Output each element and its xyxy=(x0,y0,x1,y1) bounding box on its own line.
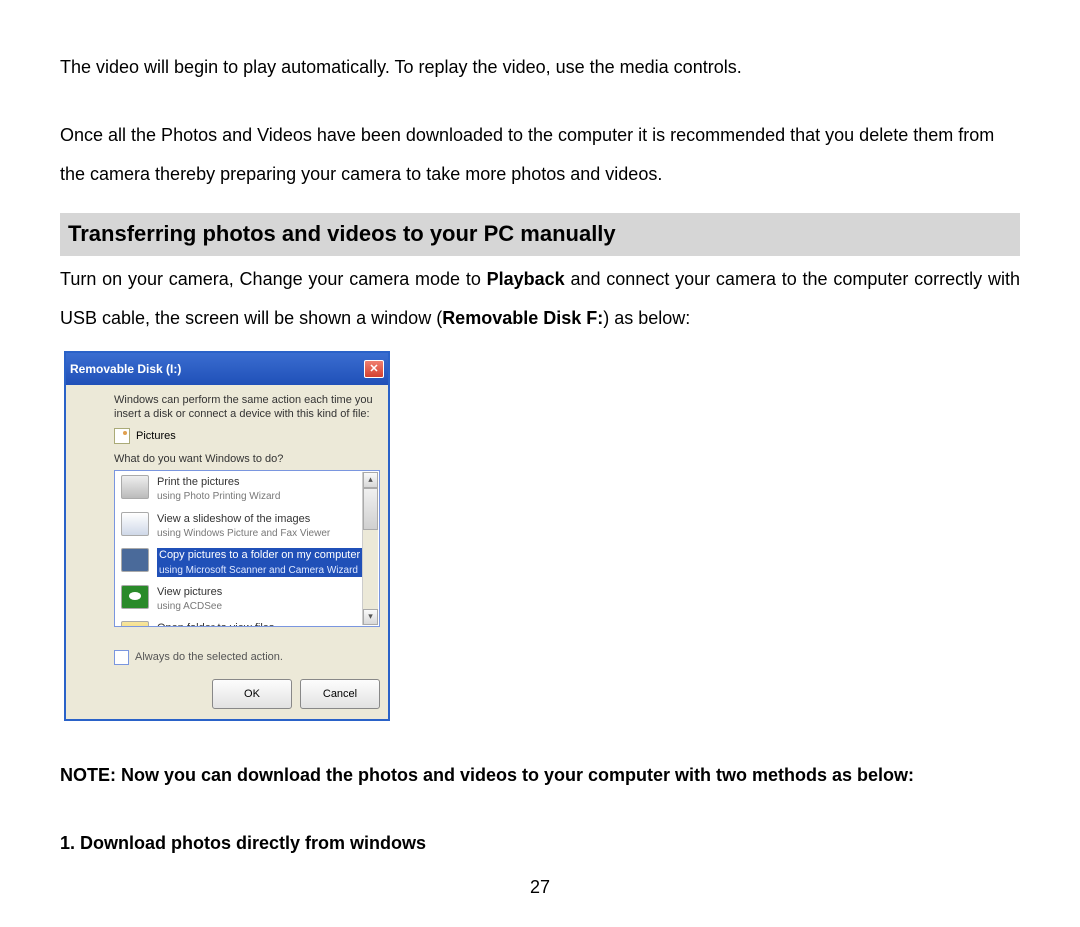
dialog-body: Windows can perform the same action each… xyxy=(66,385,388,639)
dialog-question: What do you want Windows to do? xyxy=(114,452,380,466)
option-copy[interactable]: Copy pictures to a folder on my computer… xyxy=(115,544,379,581)
option-title: View a slideshow of the images xyxy=(157,513,310,525)
instr-bold: Playback xyxy=(487,269,565,289)
camera-icon xyxy=(121,548,149,572)
scroll-down-icon[interactable]: ▾ xyxy=(363,609,378,625)
eye-icon xyxy=(121,585,149,609)
scroll-up-icon[interactable]: ▴ xyxy=(363,472,378,488)
paragraph: The video will begin to play automatical… xyxy=(60,48,1020,88)
removable-disk-dialog: Removable Disk (I:) ✕ Windows can perfor… xyxy=(64,351,390,722)
dialog-option-list[interactable]: Print the pictures using Photo Printing … xyxy=(114,470,380,627)
scrollbar[interactable]: ▴ ▾ xyxy=(362,472,378,625)
printer-icon xyxy=(121,475,149,499)
monitor-icon xyxy=(121,512,149,536)
close-icon[interactable]: ✕ xyxy=(364,360,384,378)
option-label: Open folder to view files xyxy=(157,621,373,626)
ok-button[interactable]: OK xyxy=(212,679,292,709)
option-slideshow[interactable]: View a slideshow of the images using Win… xyxy=(115,508,379,545)
document-page: The video will begin to play automatical… xyxy=(0,0,1080,927)
picture-icon xyxy=(114,428,130,444)
dialog-filetype-row: Pictures xyxy=(114,428,380,444)
option-openfolder[interactable]: Open folder to view files xyxy=(115,617,379,626)
scroll-thumb[interactable] xyxy=(363,488,378,530)
note-text: NOTE: Now you can download the photos an… xyxy=(60,761,1020,790)
option-sub: using ACDSee xyxy=(157,601,222,612)
dialog-titlebar[interactable]: Removable Disk (I:) ✕ xyxy=(66,353,388,385)
folder-icon xyxy=(121,621,149,626)
option-view[interactable]: View pictures using ACDSee xyxy=(115,581,379,618)
option-label: Copy pictures to a folder on my computer… xyxy=(157,548,373,577)
dialog-filetype-label: Pictures xyxy=(136,429,176,443)
instr-text: Turn on your camera, Change your camera … xyxy=(60,269,487,289)
checkbox-icon[interactable] xyxy=(114,650,129,665)
option-title: View pictures xyxy=(157,586,222,598)
dialog-title: Removable Disk (I:) xyxy=(70,356,181,382)
option-sub: using Windows Picture and Fax Viewer xyxy=(157,528,330,539)
option-label: View a slideshow of the images using Win… xyxy=(157,512,373,541)
section-heading: Transferring photos and videos to your P… xyxy=(60,213,1020,256)
instr-text: ) as below: xyxy=(603,308,690,328)
page-number: 27 xyxy=(60,868,1020,908)
option-label: View pictures using ACDSee xyxy=(157,585,373,614)
cancel-button[interactable]: Cancel xyxy=(300,679,380,709)
checkbox-label: Always do the selected action. xyxy=(135,645,283,669)
option-title: Copy pictures to a folder on my computer xyxy=(159,549,360,561)
option-label: Print the pictures using Photo Printing … xyxy=(157,475,373,504)
option-sub: using Photo Printing Wizard xyxy=(157,491,280,502)
instruction-paragraph: Turn on your camera, Change your camera … xyxy=(60,260,1020,339)
dialog-button-row: OK Cancel xyxy=(66,675,388,719)
option-sub: using Microsoft Scanner and Camera Wizar… xyxy=(159,565,358,576)
option-print[interactable]: Print the pictures using Photo Printing … xyxy=(115,471,379,508)
method-heading: 1. Download photos directly from windows xyxy=(60,824,1020,864)
always-checkbox-row[interactable]: Always do the selected action. xyxy=(66,639,388,675)
paragraph: Once all the Photos and Videos have been… xyxy=(60,116,1020,195)
instr-bold: Removable Disk F: xyxy=(442,308,603,328)
option-title: Print the pictures xyxy=(157,476,240,488)
dialog-intro-text: Windows can perform the same action each… xyxy=(114,393,380,422)
option-title: Open folder to view files xyxy=(157,622,274,626)
